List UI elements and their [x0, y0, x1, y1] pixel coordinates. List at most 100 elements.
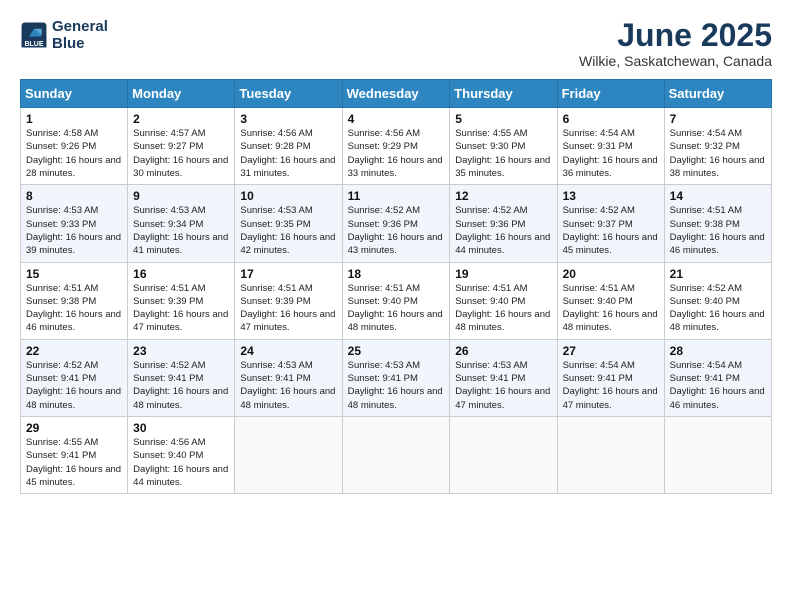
day-number: 9 [133, 189, 229, 203]
calendar-cell: 14 Sunrise: 4:51 AMSunset: 9:38 PMDaylig… [664, 185, 771, 262]
calendar-cell [450, 416, 557, 493]
day-number: 16 [133, 267, 229, 281]
day-info: Sunrise: 4:56 AMSunset: 9:40 PMDaylight:… [133, 437, 228, 488]
day-number: 29 [26, 421, 122, 435]
day-number: 27 [563, 344, 659, 358]
calendar-header-monday: Monday [128, 80, 235, 108]
calendar-cell [557, 416, 664, 493]
day-info: Sunrise: 4:51 AMSunset: 9:40 PMDaylight:… [563, 283, 658, 334]
calendar-header-thursday: Thursday [450, 80, 557, 108]
calendar-cell: 8 Sunrise: 4:53 AMSunset: 9:33 PMDayligh… [21, 185, 128, 262]
day-info: Sunrise: 4:58 AMSunset: 9:26 PMDaylight:… [26, 128, 121, 179]
day-info: Sunrise: 4:53 AMSunset: 9:33 PMDaylight:… [26, 205, 121, 256]
title-area: June 2025 Wilkie, Saskatchewan, Canada [579, 18, 772, 69]
day-number: 17 [240, 267, 336, 281]
calendar-cell: 21 Sunrise: 4:52 AMSunset: 9:40 PMDaylig… [664, 262, 771, 339]
day-info: Sunrise: 4:51 AMSunset: 9:40 PMDaylight:… [348, 283, 443, 334]
day-number: 2 [133, 112, 229, 126]
day-number: 30 [133, 421, 229, 435]
day-info: Sunrise: 4:53 AMSunset: 9:35 PMDaylight:… [240, 205, 335, 256]
logo-line2: Blue [52, 35, 108, 52]
calendar-header-friday: Friday [557, 80, 664, 108]
calendar-header-wednesday: Wednesday [342, 80, 450, 108]
day-number: 5 [455, 112, 551, 126]
day-info: Sunrise: 4:54 AMSunset: 9:32 PMDaylight:… [670, 128, 765, 179]
calendar-cell: 3 Sunrise: 4:56 AMSunset: 9:28 PMDayligh… [235, 108, 342, 185]
day-info: Sunrise: 4:56 AMSunset: 9:28 PMDaylight:… [240, 128, 335, 179]
calendar-cell: 11 Sunrise: 4:52 AMSunset: 9:36 PMDaylig… [342, 185, 450, 262]
day-info: Sunrise: 4:53 AMSunset: 9:41 PMDaylight:… [240, 360, 335, 411]
calendar-cell: 9 Sunrise: 4:53 AMSunset: 9:34 PMDayligh… [128, 185, 235, 262]
calendar-cell: 30 Sunrise: 4:56 AMSunset: 9:40 PMDaylig… [128, 416, 235, 493]
day-info: Sunrise: 4:51 AMSunset: 9:38 PMDaylight:… [26, 283, 121, 334]
day-number: 21 [670, 267, 766, 281]
calendar-cell: 1 Sunrise: 4:58 AMSunset: 9:26 PMDayligh… [21, 108, 128, 185]
calendar-cell: 4 Sunrise: 4:56 AMSunset: 9:29 PMDayligh… [342, 108, 450, 185]
header: BLUE General Blue June 2025 Wilkie, Sask… [20, 18, 772, 69]
day-number: 26 [455, 344, 551, 358]
logo-icon: BLUE [20, 21, 48, 49]
day-number: 3 [240, 112, 336, 126]
calendar-header-sunday: Sunday [21, 80, 128, 108]
day-number: 25 [348, 344, 445, 358]
day-info: Sunrise: 4:55 AMSunset: 9:30 PMDaylight:… [455, 128, 550, 179]
day-info: Sunrise: 4:54 AMSunset: 9:31 PMDaylight:… [563, 128, 658, 179]
calendar-cell: 19 Sunrise: 4:51 AMSunset: 9:40 PMDaylig… [450, 262, 557, 339]
calendar-cell: 20 Sunrise: 4:51 AMSunset: 9:40 PMDaylig… [557, 262, 664, 339]
day-number: 28 [670, 344, 766, 358]
day-info: Sunrise: 4:55 AMSunset: 9:41 PMDaylight:… [26, 437, 121, 488]
calendar-cell [235, 416, 342, 493]
day-info: Sunrise: 4:54 AMSunset: 9:41 PMDaylight:… [563, 360, 658, 411]
calendar-cell: 28 Sunrise: 4:54 AMSunset: 9:41 PMDaylig… [664, 339, 771, 416]
day-number: 7 [670, 112, 766, 126]
calendar-table: SundayMondayTuesdayWednesdayThursdayFrid… [20, 79, 772, 494]
calendar-cell: 22 Sunrise: 4:52 AMSunset: 9:41 PMDaylig… [21, 339, 128, 416]
day-number: 23 [133, 344, 229, 358]
day-info: Sunrise: 4:57 AMSunset: 9:27 PMDaylight:… [133, 128, 228, 179]
day-info: Sunrise: 4:56 AMSunset: 9:29 PMDaylight:… [348, 128, 443, 179]
calendar-cell: 5 Sunrise: 4:55 AMSunset: 9:30 PMDayligh… [450, 108, 557, 185]
calendar-week-4: 22 Sunrise: 4:52 AMSunset: 9:41 PMDaylig… [21, 339, 772, 416]
calendar-week-3: 15 Sunrise: 4:51 AMSunset: 9:38 PMDaylig… [21, 262, 772, 339]
day-number: 20 [563, 267, 659, 281]
calendar-cell: 29 Sunrise: 4:55 AMSunset: 9:41 PMDaylig… [21, 416, 128, 493]
calendar-cell: 16 Sunrise: 4:51 AMSunset: 9:39 PMDaylig… [128, 262, 235, 339]
calendar-cell: 6 Sunrise: 4:54 AMSunset: 9:31 PMDayligh… [557, 108, 664, 185]
day-info: Sunrise: 4:51 AMSunset: 9:39 PMDaylight:… [133, 283, 228, 334]
calendar-cell: 27 Sunrise: 4:54 AMSunset: 9:41 PMDaylig… [557, 339, 664, 416]
day-info: Sunrise: 4:53 AMSunset: 9:41 PMDaylight:… [348, 360, 443, 411]
logo-line1: General [52, 18, 108, 35]
day-number: 6 [563, 112, 659, 126]
calendar-cell: 25 Sunrise: 4:53 AMSunset: 9:41 PMDaylig… [342, 339, 450, 416]
calendar-cell: 18 Sunrise: 4:51 AMSunset: 9:40 PMDaylig… [342, 262, 450, 339]
day-number: 14 [670, 189, 766, 203]
day-info: Sunrise: 4:51 AMSunset: 9:40 PMDaylight:… [455, 283, 550, 334]
subtitle: Wilkie, Saskatchewan, Canada [579, 53, 772, 69]
main-title: June 2025 [579, 18, 772, 53]
day-number: 22 [26, 344, 122, 358]
calendar-header-saturday: Saturday [664, 80, 771, 108]
day-number: 11 [348, 189, 445, 203]
day-number: 18 [348, 267, 445, 281]
calendar-cell: 24 Sunrise: 4:53 AMSunset: 9:41 PMDaylig… [235, 339, 342, 416]
day-number: 8 [26, 189, 122, 203]
day-info: Sunrise: 4:52 AMSunset: 9:41 PMDaylight:… [26, 360, 121, 411]
calendar-cell: 26 Sunrise: 4:53 AMSunset: 9:41 PMDaylig… [450, 339, 557, 416]
calendar-cell: 13 Sunrise: 4:52 AMSunset: 9:37 PMDaylig… [557, 185, 664, 262]
calendar-header-tuesday: Tuesday [235, 80, 342, 108]
svg-text:BLUE: BLUE [24, 41, 43, 48]
day-info: Sunrise: 4:51 AMSunset: 9:39 PMDaylight:… [240, 283, 335, 334]
day-number: 15 [26, 267, 122, 281]
day-info: Sunrise: 4:52 AMSunset: 9:40 PMDaylight:… [670, 283, 765, 334]
calendar-header-row: SundayMondayTuesdayWednesdayThursdayFrid… [21, 80, 772, 108]
calendar-week-5: 29 Sunrise: 4:55 AMSunset: 9:41 PMDaylig… [21, 416, 772, 493]
calendar-week-2: 8 Sunrise: 4:53 AMSunset: 9:33 PMDayligh… [21, 185, 772, 262]
day-info: Sunrise: 4:51 AMSunset: 9:38 PMDaylight:… [670, 205, 765, 256]
day-info: Sunrise: 4:52 AMSunset: 9:41 PMDaylight:… [133, 360, 228, 411]
day-number: 24 [240, 344, 336, 358]
logo: BLUE General Blue [20, 18, 108, 53]
calendar-cell: 23 Sunrise: 4:52 AMSunset: 9:41 PMDaylig… [128, 339, 235, 416]
day-number: 12 [455, 189, 551, 203]
day-number: 10 [240, 189, 336, 203]
day-info: Sunrise: 4:54 AMSunset: 9:41 PMDaylight:… [670, 360, 765, 411]
